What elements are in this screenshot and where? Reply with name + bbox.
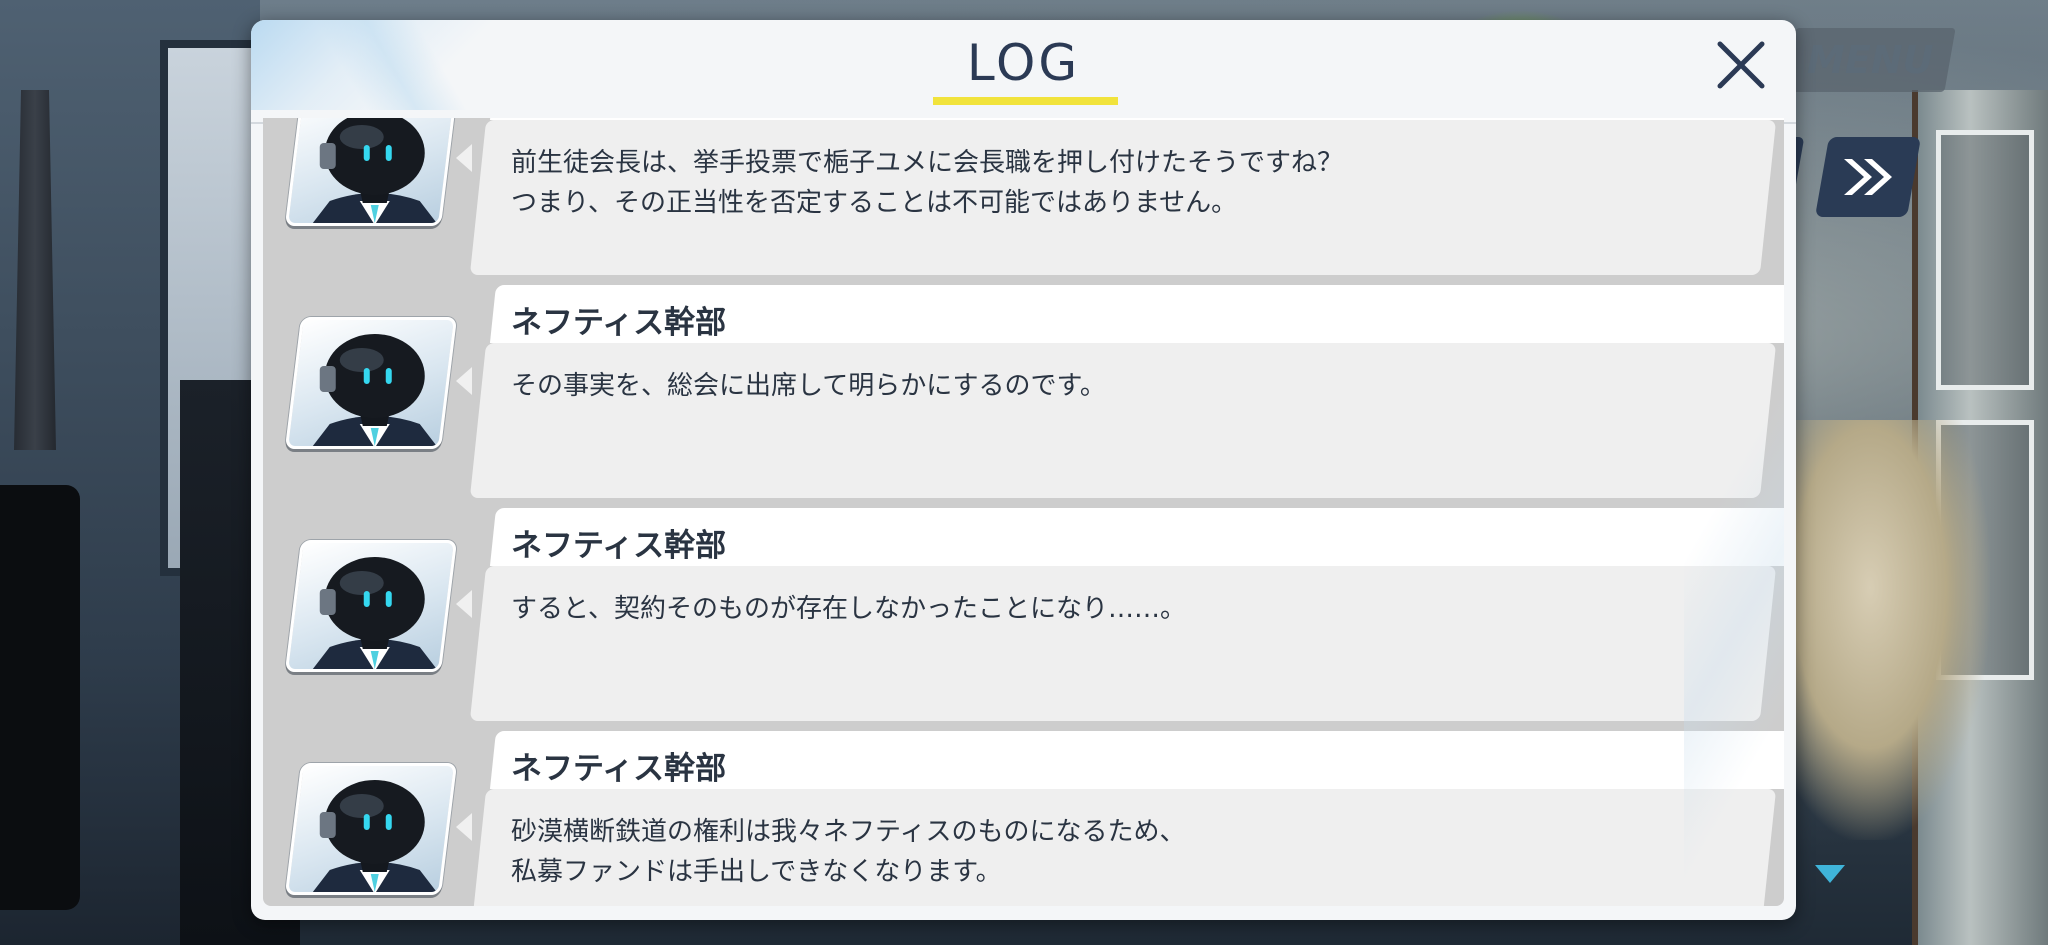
dialogue-line: つまり、その正当性を否定することは不可能ではありません。 [511,188,1238,218]
speaker-portrait [284,540,458,672]
log-list[interactable]: 前生徒会長は、挙手投票で梔子ユメに会長職を押し付けたそうですね？ つまり、その正… [263,118,1784,906]
speaker-name: ネフティス幹部 [511,751,727,787]
robot-head-portrait [309,557,440,672]
character-hair [1790,420,1990,840]
speech-pointer [456,367,472,395]
robot-head-portrait [309,118,440,226]
title-underline [933,97,1118,105]
log-entry: ネフティス幹部 その事実を、総会に出席して明らかにするのです。 [263,237,1784,498]
speaker-portrait [284,118,458,226]
robot-head-portrait [309,780,440,895]
log-entry: ネフティス幹部 砂漠横断鉄道の権利は我々ネフティスのものになるため、 私募ファン… [263,683,1784,906]
speaker-name: ネフティス幹部 [511,305,727,341]
fast-forward-button[interactable] [1814,137,1922,217]
dialogue-line: 私募ファンドは手出しできなくなります。 [511,857,1002,887]
close-icon [1717,41,1765,89]
speaker-name: ネフティス幹部 [511,528,727,564]
dialogue-line: すると、契約そのものが存在しなかったことになり……。 [511,594,1186,624]
dialogue-line: 前生徒会長は、挙手投票で梔子ユメに会長職を押し付けたそうですね？ [511,148,1344,178]
log-entry: ネフティス幹部 すると、契約そのものが存在しなかったことになり……。 [263,460,1784,721]
robot-head-portrait [309,334,440,449]
scroll-down-indicator-icon [1815,865,1845,883]
speech-pointer [456,590,472,618]
double-chevron-right-icon [1844,159,1892,195]
close-button[interactable] [1706,30,1776,100]
menu-button-label: MENU [1806,38,1934,82]
speaker-portrait [284,763,458,895]
log-dialog: LOG 前生徒会長は、挙手投票で梔子ユメに会長職を押し付けたそうですね？ つまり… [251,20,1796,920]
side-panel [0,485,80,910]
dialogue-line: その事実を、総会に出席して明らかにするのです。 [511,371,1106,401]
speaker-portrait [284,317,458,449]
dialog-title: LOG [966,34,1081,92]
log-entry: 前生徒会長は、挙手投票で梔子ユメに会長職を押し付けたそうですね？ つまり、その正… [263,118,1784,275]
menu-button[interactable]: MENU [1784,28,1956,92]
speech-pointer [456,813,472,841]
speech-pointer [456,144,472,172]
dialogue-line: 砂漠横断鉄道の権利は我々ネフティスのものになるため、 [511,817,1186,847]
